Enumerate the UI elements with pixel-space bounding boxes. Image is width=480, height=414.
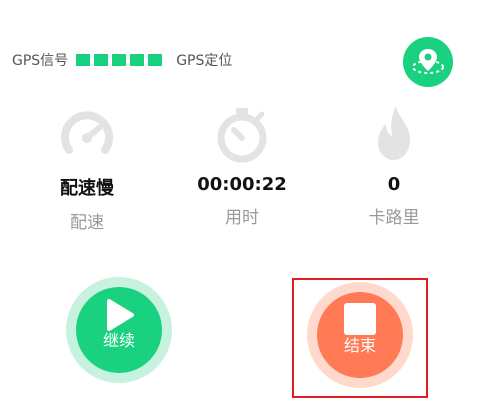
pace-value: 配速慢 (60, 178, 114, 199)
end-button-highlight (292, 278, 428, 398)
gps-signal-bars (76, 54, 163, 66)
gps-location-label: GPS定位 (176, 53, 233, 69)
location-pin-icon (412, 49, 444, 74)
speedometer-icon (55, 102, 119, 166)
gps-status-bar: GPS信号 GPS定位 (12, 46, 232, 74)
duration-label: 用时 (225, 208, 259, 228)
flame-icon (362, 102, 426, 166)
pace-label: 配速 (70, 213, 104, 233)
continue-button[interactable]: 继续 (66, 277, 172, 383)
stopwatch-icon (210, 102, 274, 166)
signal-bar (112, 54, 127, 66)
stat-duration: 00:00:22 用时 (172, 102, 312, 228)
continue-label: 继续 (102, 331, 135, 350)
stat-pace: 配速慢 配速 (17, 102, 157, 233)
signal-bar (76, 54, 91, 66)
calories-value: 0 (387, 174, 401, 195)
calories-label: 卡路里 (368, 208, 420, 228)
locate-button[interactable] (403, 37, 453, 87)
stat-calories: 0 卡路里 (324, 102, 464, 228)
signal-bar (94, 54, 109, 66)
gps-signal-label: GPS信号 (12, 53, 69, 69)
signal-bar (148, 54, 163, 66)
duration-value: 00:00:22 (197, 174, 287, 195)
signal-bar (130, 54, 145, 66)
